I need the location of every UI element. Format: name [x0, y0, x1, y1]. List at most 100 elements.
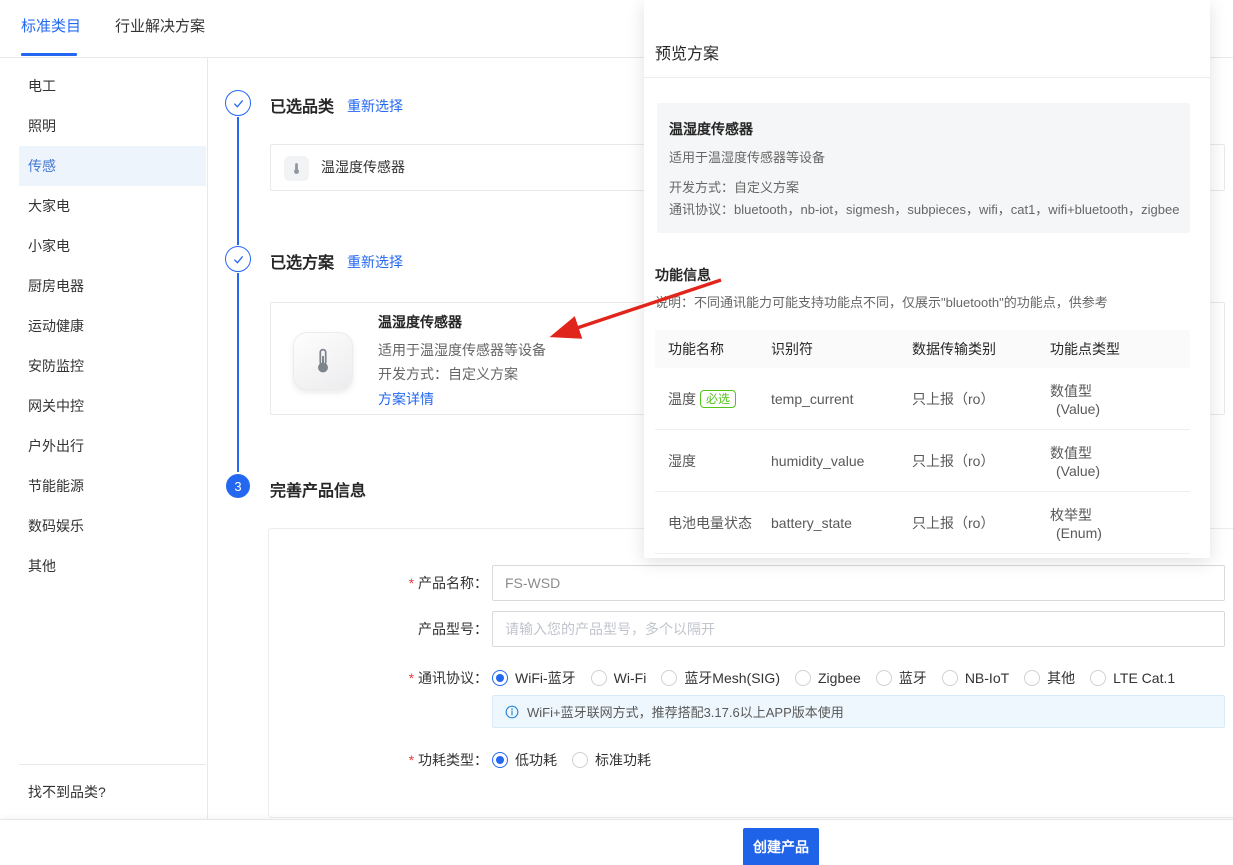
col-header-type: 功能点类型	[1037, 339, 1190, 359]
sidebar-item-jienengnenyuan[interactable]: 节能能源	[19, 466, 206, 506]
sidebar-footer: 找不到品类?	[19, 764, 206, 819]
divider	[644, 77, 1210, 78]
power-option-label: 低功耗	[515, 750, 557, 770]
preview-title: 预览方案	[655, 40, 719, 64]
thermometer-icon	[290, 162, 303, 175]
product-model-label: 产品型号：	[280, 611, 488, 647]
radio-icon	[1090, 670, 1106, 686]
sidebar-item-xiaojiadian[interactable]: 小家电	[19, 226, 206, 266]
step-rail-1	[237, 117, 239, 245]
active-tab-underline	[21, 53, 77, 56]
cell-transfer: 只上报（ro）	[899, 389, 1037, 409]
radio-icon	[876, 670, 892, 686]
cannot-find-category-link[interactable]: 找不到品类?	[19, 784, 106, 800]
sidebar-item-anfangjiankong[interactable]: 安防监控	[19, 346, 206, 386]
sidebar-item-huwaichuxing[interactable]: 户外出行	[19, 426, 206, 466]
protocol-option-wifi[interactable]: Wi-Fi	[591, 670, 647, 686]
cell-name: 湿度	[655, 451, 758, 471]
sidebar-item-zhaoming[interactable]: 照明	[19, 106, 206, 146]
power-option-low[interactable]: 低功耗	[492, 750, 557, 770]
selected-category-name: 温湿度传感器	[321, 144, 405, 191]
protocol-option-label: Zigbee	[818, 670, 861, 686]
required-badge: 必选	[700, 390, 736, 408]
sidebar-item-yundongjiankang[interactable]: 运动健康	[19, 306, 206, 346]
protocol-option-label: Wi-Fi	[614, 670, 647, 686]
protocol-option-nbiot[interactable]: NB-IoT	[942, 670, 1009, 686]
protocol-hint-box: WiFi+蓝牙联网方式，推荐搭配3.17.6以上APP版本使用	[492, 695, 1225, 728]
sidebar-item-chuangan[interactable]: 传感	[19, 146, 206, 186]
sidebar-item-chufangdianqi[interactable]: 厨房电器	[19, 266, 206, 306]
protocol-option-label: 蓝牙Mesh(SIG)	[684, 668, 780, 688]
solution-desc: 适用于温湿度传感器等设备	[378, 340, 546, 360]
summary-desc: 适用于温湿度传感器等设备	[669, 147, 825, 166]
step1-done-circle	[225, 90, 251, 116]
summary-protocols: 通讯协议：bluetooth，nb-iot，sigmesh，subpieces，…	[669, 199, 1179, 218]
tab-standard-category[interactable]: 标准类目	[21, 15, 81, 36]
protocol-option-label: NB-IoT	[965, 670, 1009, 686]
product-name-input[interactable]	[492, 565, 1225, 601]
protocol-option-other[interactable]: 其他	[1024, 668, 1075, 688]
solution-icon-box	[293, 332, 353, 390]
thermometer-icon	[310, 348, 336, 374]
cell-identifier: battery_state	[758, 515, 899, 531]
power-option-standard[interactable]: 标准功耗	[572, 750, 651, 770]
sidebar-item-shumayule[interactable]: 数码娱乐	[19, 506, 206, 546]
protocol-option-label: WiFi-蓝牙	[515, 668, 576, 688]
solution-detail-link[interactable]: 方案详情	[378, 389, 434, 409]
step2-reselect-link[interactable]: 重新选择	[347, 252, 403, 272]
protocol-option-bt[interactable]: 蓝牙	[876, 668, 927, 688]
step3-title: 完善产品信息	[270, 477, 366, 501]
sidebar-item-qita[interactable]: 其他	[19, 546, 206, 586]
solution-dev-mode: 开发方式：自定义方案	[378, 364, 518, 384]
sidebar-item-dajiadian[interactable]: 大家电	[19, 186, 206, 226]
col-header-transfer: 数据传输类别	[899, 339, 1037, 359]
functions-title: 功能信息	[655, 265, 711, 285]
preview-popup: 预览方案 温湿度传感器 适用于温湿度传感器等设备 开发方式：自定义方案 通讯协议…	[644, 0, 1210, 558]
radio-icon	[572, 752, 588, 768]
step1-reselect-link[interactable]: 重新选择	[347, 96, 403, 116]
step3-number-circle: 3	[226, 474, 250, 498]
protocol-option-ltecat1[interactable]: LTE Cat.1	[1090, 670, 1175, 686]
cell-type: 数值型 (Value)	[1037, 381, 1190, 417]
category-icon-box	[284, 156, 309, 181]
functions-table: 功能名称 识别符 数据传输类别 功能点类型 温度必选 temp_current …	[655, 330, 1190, 554]
col-header-identifier: 识别符	[758, 339, 899, 359]
cell-identifier: humidity_value	[758, 453, 899, 469]
check-icon	[232, 253, 245, 266]
radio-icon	[591, 670, 607, 686]
summary-dev-mode: 开发方式：自定义方案	[669, 177, 799, 196]
page: 标准类目 行业解决方案 电工 照明 传感 大家电 小家电 厨房电器 运动健康 安…	[0, 0, 1233, 865]
product-model-input[interactable]	[492, 611, 1225, 647]
step1-title: 已选品类	[270, 93, 334, 117]
table-row: 温度必选 temp_current 只上报（ro） 数值型 (Value)	[655, 368, 1190, 430]
radio-icon	[492, 752, 508, 768]
solution-name: 温湿度传感器	[378, 312, 462, 332]
protocol-option-wifi-bt[interactable]: WiFi-蓝牙	[492, 668, 576, 688]
solution-summary-box: 温湿度传感器 适用于温湿度传感器等设备 开发方式：自定义方案 通讯协议：blue…	[657, 103, 1190, 233]
protocol-label: 通讯协议：	[280, 668, 488, 688]
radio-icon	[1024, 670, 1040, 686]
sidebar-item-diangong[interactable]: 电工	[19, 66, 206, 106]
info-circle-icon	[505, 705, 519, 719]
protocol-option-btmesh[interactable]: 蓝牙Mesh(SIG)	[661, 668, 780, 688]
cell-name: 温度必选	[655, 389, 758, 409]
step2-title: 已选方案	[270, 249, 334, 273]
radio-icon	[661, 670, 677, 686]
sidebar-item-wangguanzhongkong[interactable]: 网关中控	[19, 386, 206, 426]
col-header-name: 功能名称	[655, 339, 758, 359]
category-list: 电工 照明 传感 大家电 小家电 厨房电器 运动健康 安防监控 网关中控 户外出…	[0, 66, 206, 586]
create-product-button[interactable]: 创建产品	[743, 828, 819, 865]
protocol-option-label: 其他	[1047, 668, 1075, 688]
protocol-hint-text: WiFi+蓝牙联网方式，推荐搭配3.17.6以上APP版本使用	[527, 702, 844, 721]
tab-industry-solution[interactable]: 行业解决方案	[115, 15, 205, 36]
step-rail-2	[237, 273, 239, 472]
power-option-label: 标准功耗	[595, 750, 651, 770]
power-type-radio-group: 低功耗 标准功耗	[492, 750, 651, 770]
table-row: 电池电量状态 battery_state 只上报（ro） 枚举型 (Enum)	[655, 492, 1190, 554]
cell-transfer: 只上报（ro）	[899, 451, 1037, 471]
functions-table-header: 功能名称 识别符 数据传输类别 功能点类型	[655, 330, 1190, 368]
protocol-radio-group: WiFi-蓝牙 Wi-Fi 蓝牙Mesh(SIG) Zigbee 蓝牙 NB-I…	[492, 668, 1175, 688]
radio-icon	[942, 670, 958, 686]
protocol-option-zigbee[interactable]: Zigbee	[795, 670, 861, 686]
protocol-option-label: 蓝牙	[899, 668, 927, 688]
